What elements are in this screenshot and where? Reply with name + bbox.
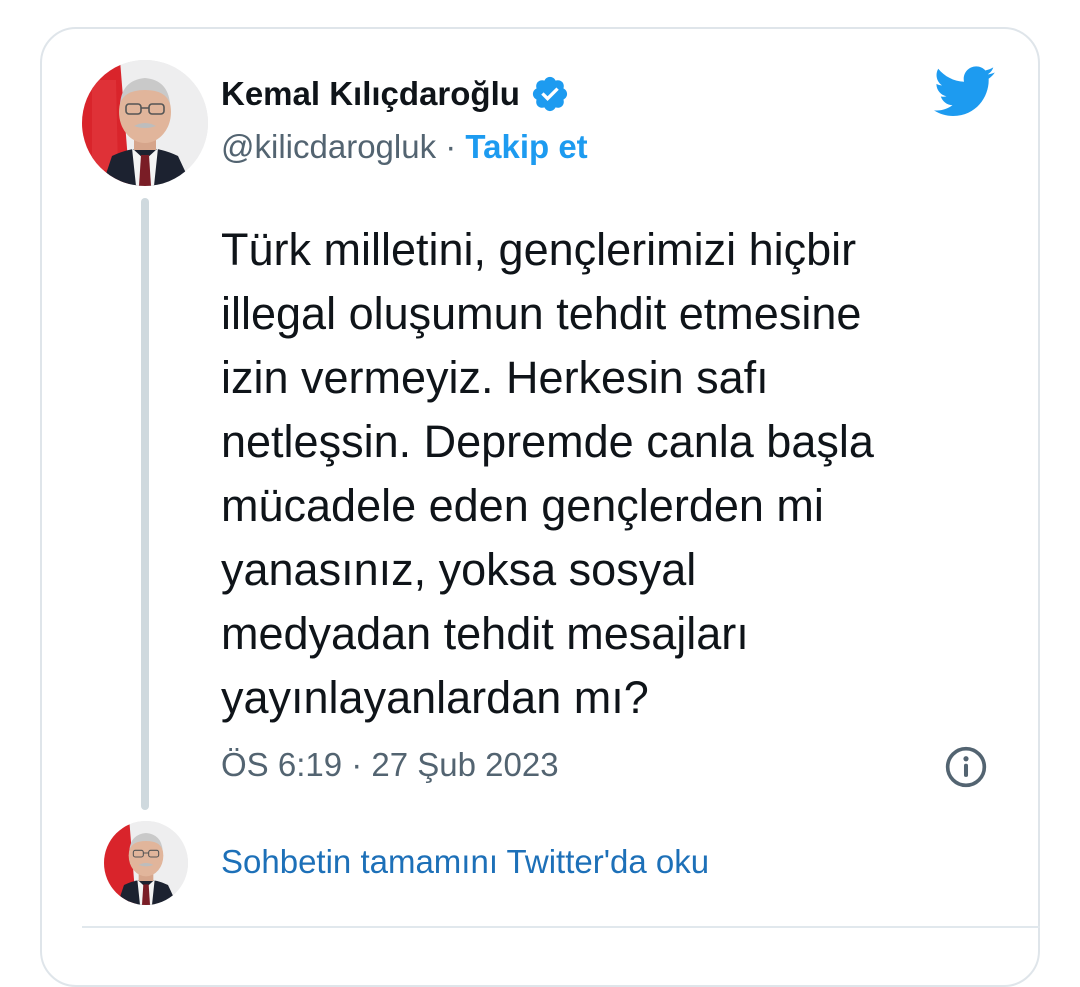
reply-author-avatar[interactable] bbox=[104, 821, 188, 905]
thread-connector-line bbox=[141, 198, 149, 810]
tweet-text-line: mücadele eden gençlerden mi bbox=[221, 480, 824, 531]
handle-separator: · bbox=[436, 128, 466, 165]
read-full-conversation-link[interactable]: Sohbetin tamamını Twitter'da oku bbox=[221, 843, 709, 881]
author-handle[interactable]: @kilicdarogluk bbox=[221, 128, 436, 165]
tweet-text-line: Türk milletini, gençlerimizi hiçbir bbox=[221, 224, 857, 275]
tweet-text-line: netleşsin. Depremde canla başla bbox=[221, 416, 874, 467]
tweet-text-line: yayınlayanlardan mı? bbox=[221, 672, 649, 723]
author-name-row: Kemal Kılıçdaroğlu bbox=[221, 74, 570, 114]
author-display-name[interactable]: Kemal Kılıçdaroğlu bbox=[221, 75, 520, 113]
twitter-bird-icon[interactable] bbox=[934, 66, 996, 118]
tweet-text-line: yanasınız, yoksa sosyal bbox=[221, 544, 697, 595]
tweet-text-line: izin vermeyiz. Herkesin safı bbox=[221, 352, 769, 403]
author-handle-row: @kilicdarogluk · Takip et bbox=[221, 128, 588, 166]
info-circle-icon[interactable] bbox=[944, 745, 988, 789]
tweet-timestamp[interactable]: ÖS 6:19 · 27 Şub 2023 bbox=[221, 746, 559, 784]
tweet-body: Türk milletini, gençlerimizi hiçbir ille… bbox=[221, 218, 1021, 730]
follow-button[interactable]: Takip et bbox=[465, 128, 587, 165]
tweet-text-line: medyadan tehdit mesajları bbox=[221, 608, 749, 659]
author-avatar[interactable] bbox=[82, 60, 208, 186]
card-divider bbox=[82, 926, 1040, 928]
verified-badge-icon bbox=[532, 76, 567, 112]
tweet-text-line: illegal oluşumun tehdit etmesine bbox=[221, 288, 862, 339]
